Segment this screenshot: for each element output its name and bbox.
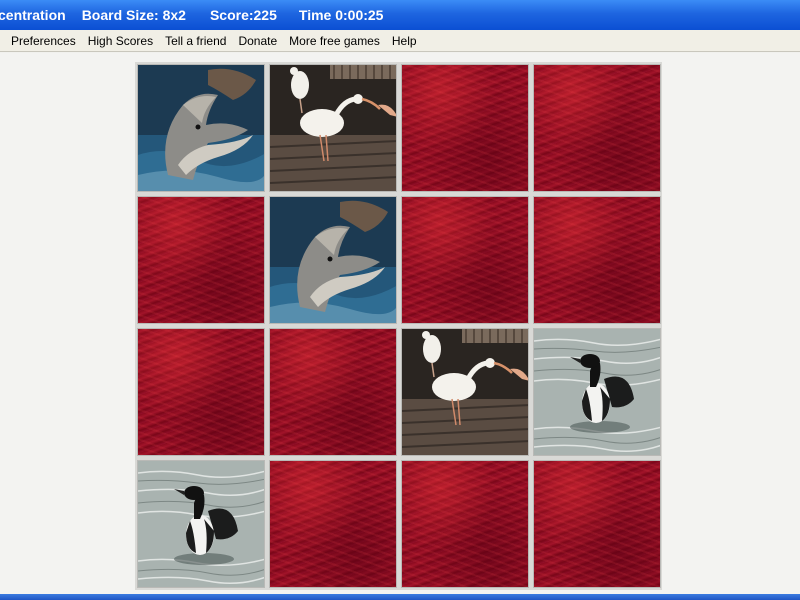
card-face-down[interactable]: [533, 196, 661, 324]
card-ibis[interactable]: [269, 64, 397, 192]
board-area: [0, 53, 800, 594]
menu-bar: Preferences High Scores Tell a friend Do…: [0, 30, 800, 52]
board-size-label: Board Size: 8x2: [81, 7, 186, 23]
card-face-down[interactable]: [137, 196, 265, 324]
card-face-down[interactable]: [533, 64, 661, 192]
card-dolphin[interactable]: [137, 64, 265, 192]
card-face-down[interactable]: [401, 196, 529, 324]
app-title: centration: [0, 7, 66, 23]
card-ibis[interactable]: [401, 328, 529, 456]
window-bottom-border: [0, 594, 800, 600]
title-bar: centration Board Size: 8x2 Score:225 Tim…: [0, 0, 800, 30]
card-loon[interactable]: [533, 328, 661, 456]
card-face-down[interactable]: [401, 64, 529, 192]
card-board: [135, 62, 662, 590]
menu-more-free-games[interactable]: More free games: [283, 34, 386, 48]
card-loon[interactable]: [137, 460, 265, 588]
menu-help[interactable]: Help: [386, 34, 423, 48]
card-face-down[interactable]: [269, 460, 397, 588]
time-label: Time 0:00:25: [298, 7, 384, 23]
menu-donate[interactable]: Donate: [232, 34, 283, 48]
menu-high-scores[interactable]: High Scores: [82, 34, 159, 48]
card-face-down[interactable]: [533, 460, 661, 588]
menu-preferences[interactable]: Preferences: [5, 34, 82, 48]
card-face-down[interactable]: [401, 460, 529, 588]
menu-tell-a-friend[interactable]: Tell a friend: [159, 34, 232, 48]
score-label: Score:225: [209, 7, 277, 23]
card-face-down[interactable]: [137, 328, 265, 456]
card-face-down[interactable]: [269, 328, 397, 456]
card-dolphin[interactable]: [269, 196, 397, 324]
